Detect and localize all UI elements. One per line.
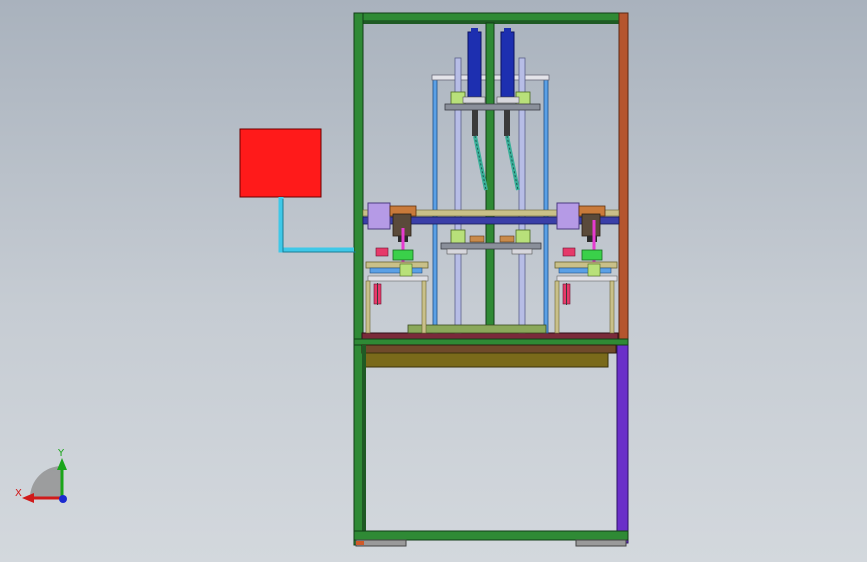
lower-bearing-right: [515, 229, 531, 245]
cylinder-left: [467, 31, 482, 98]
station-right-clamp: [556, 202, 580, 230]
coordinate-triad-icon: Y X: [15, 448, 67, 503]
tower-center-post: [485, 22, 495, 334]
lower-carriage-plate: [440, 242, 542, 250]
foot-right: [575, 539, 627, 547]
cad-viewport[interactable]: Y X: [0, 0, 867, 562]
triad-x-label: X: [15, 488, 22, 499]
frame-top-beam: [353, 12, 629, 22]
table-lower-plate: [364, 352, 609, 368]
tower-rail-right: [543, 78, 549, 334]
frame-left-post: [353, 12, 364, 546]
cabinet-inner-post-left: [362, 345, 366, 540]
frame-right-post-upper: [618, 12, 629, 344]
frame-bottom-beam: [353, 530, 629, 541]
frame-right-post-lower: [616, 342, 629, 544]
tower-rail-left: [432, 78, 438, 334]
table-top-plate: [361, 332, 619, 340]
lower-bearing-left: [450, 229, 466, 245]
station-left-clamp: [367, 202, 391, 230]
table-frame-beam: [353, 338, 629, 346]
table-under-plate: [361, 344, 617, 354]
tower-base-block: [407, 324, 547, 334]
controller-box[interactable]: [239, 128, 322, 198]
controller-cable: [278, 197, 354, 253]
machine-front-view: Y X: [15, 12, 629, 547]
upper-carriage-plate: [444, 103, 541, 111]
cylinder-right: [500, 31, 515, 98]
triad-y-label: Y: [57, 448, 65, 459]
